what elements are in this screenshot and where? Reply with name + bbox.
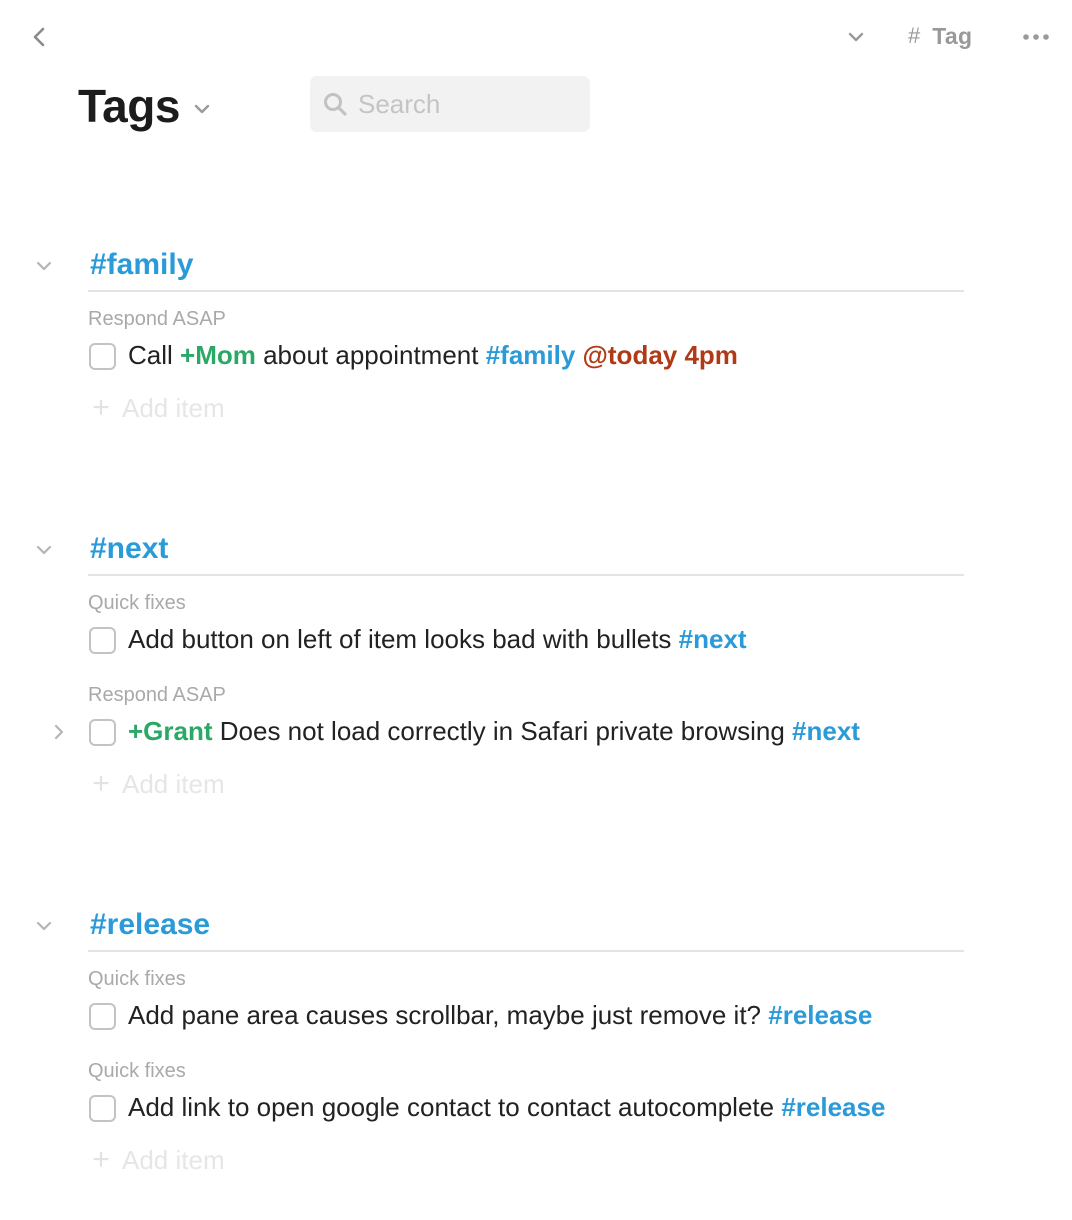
tag-link[interactable]: #family [486, 340, 576, 370]
item-checkbox[interactable] [89, 627, 116, 654]
group-label: Respond ASAP [88, 308, 226, 330]
item-text[interactable]: +Grant Does not load correctly in Safari… [128, 716, 860, 747]
item-text[interactable]: Call +Mom about appointment #family @tod… [128, 340, 738, 371]
section-collapse-button[interactable] [32, 914, 56, 938]
item-checkbox[interactable] [89, 719, 116, 746]
item-expand-button[interactable] [48, 720, 70, 744]
list-item: Add button on left of item looks bad wit… [0, 620, 1072, 660]
search-input[interactable] [358, 88, 578, 120]
tag-section: #release Quick fixes Add pane area causes … [0, 904, 1072, 1220]
section-collapse-button[interactable] [32, 538, 56, 562]
item-text-segment: Add button on left of item looks bad wit… [128, 624, 679, 654]
person-link[interactable]: +Mom [180, 340, 256, 370]
item-text-segment [575, 340, 582, 370]
plus-icon: + [92, 767, 110, 800]
plus-icon: + [92, 391, 110, 424]
section-collapse-button[interactable] [32, 254, 56, 278]
tag-link[interactable]: #next [679, 624, 747, 654]
add-item-label: Add item [122, 768, 225, 799]
item-text-segment: Call [128, 340, 181, 370]
list-item: Add link to open google contact to conta… [0, 1088, 1072, 1128]
due-date-link[interactable]: @today 4pm [583, 340, 738, 370]
item-checkbox[interactable] [89, 1003, 116, 1030]
chevron-right-icon [54, 724, 64, 740]
tag-link[interactable]: #release [768, 1000, 872, 1030]
plus-icon: + [92, 1143, 110, 1176]
add-item-button[interactable]: + Add item [90, 766, 225, 802]
app-window: # Tag Tags #family Respond ASAP Call +Mom … [0, 0, 1072, 1220]
item-checkbox[interactable] [89, 1095, 116, 1122]
section-title[interactable]: #family [90, 248, 193, 282]
chevron-down-icon [36, 921, 52, 931]
section-divider [88, 574, 964, 576]
list-item: Call +Mom about appointment #family @tod… [0, 336, 1072, 376]
tag-button[interactable]: # Tag [908, 20, 972, 52]
item-checkbox[interactable] [89, 343, 116, 370]
tag-section: #family Respond ASAP Call +Mom about appoi… [0, 244, 1072, 564]
chevron-down-icon [36, 545, 52, 555]
item-text-segment: about appointment [255, 340, 486, 370]
item-text-segment: Add link to open google contact to conta… [128, 1092, 782, 1122]
title-row: Tags [78, 76, 212, 136]
back-button[interactable] [26, 22, 52, 52]
item-text-segment: Add pane area causes scrollbar, maybe ju… [128, 1000, 769, 1030]
view-menu-button[interactable] [842, 24, 870, 50]
list-item: +Grant Does not load correctly in Safari… [0, 712, 1072, 752]
more-horizontal-icon [1023, 34, 1049, 40]
section-divider [88, 950, 964, 952]
search-box[interactable] [310, 76, 590, 132]
chevron-down-icon [194, 104, 210, 114]
group-label: Respond ASAP [88, 684, 226, 706]
tag-link[interactable]: #release [781, 1092, 885, 1122]
search-icon [324, 93, 347, 116]
tag-link[interactable]: #next [792, 716, 860, 746]
item-text[interactable]: Add pane area causes scrollbar, maybe ju… [128, 1000, 872, 1031]
person-link[interactable]: +Grant [128, 716, 213, 746]
chevron-down-icon [848, 32, 864, 42]
tag-section: #next Quick fixes Add button on left of it… [0, 528, 1072, 848]
section-title[interactable]: #next [90, 532, 168, 566]
chevron-left-icon [33, 27, 45, 47]
title-menu-button[interactable] [192, 99, 212, 119]
section-divider [88, 290, 964, 292]
item-text[interactable]: Add button on left of item looks bad wit… [128, 624, 747, 655]
chevron-down-icon [36, 261, 52, 271]
group-label: Quick fixes [88, 968, 186, 990]
add-item-label: Add item [122, 392, 225, 423]
page-title: Tags [78, 80, 180, 132]
item-text-segment: Does not load correctly in Safari privat… [212, 716, 793, 746]
group-label: Quick fixes [88, 592, 186, 614]
section-title[interactable]: #release [90, 908, 210, 942]
add-item-button[interactable]: + Add item [90, 1142, 225, 1178]
add-item-label: Add item [122, 1144, 225, 1175]
more-options-button[interactable] [1018, 24, 1054, 50]
group-label: Quick fixes [88, 1060, 186, 1082]
list-item: Add pane area causes scrollbar, maybe ju… [0, 996, 1072, 1036]
hash-icon: # [908, 23, 921, 48]
item-text[interactable]: Add link to open google contact to conta… [128, 1092, 885, 1123]
tag-button-label: Tag [932, 22, 973, 49]
add-item-button[interactable]: + Add item [90, 390, 225, 426]
